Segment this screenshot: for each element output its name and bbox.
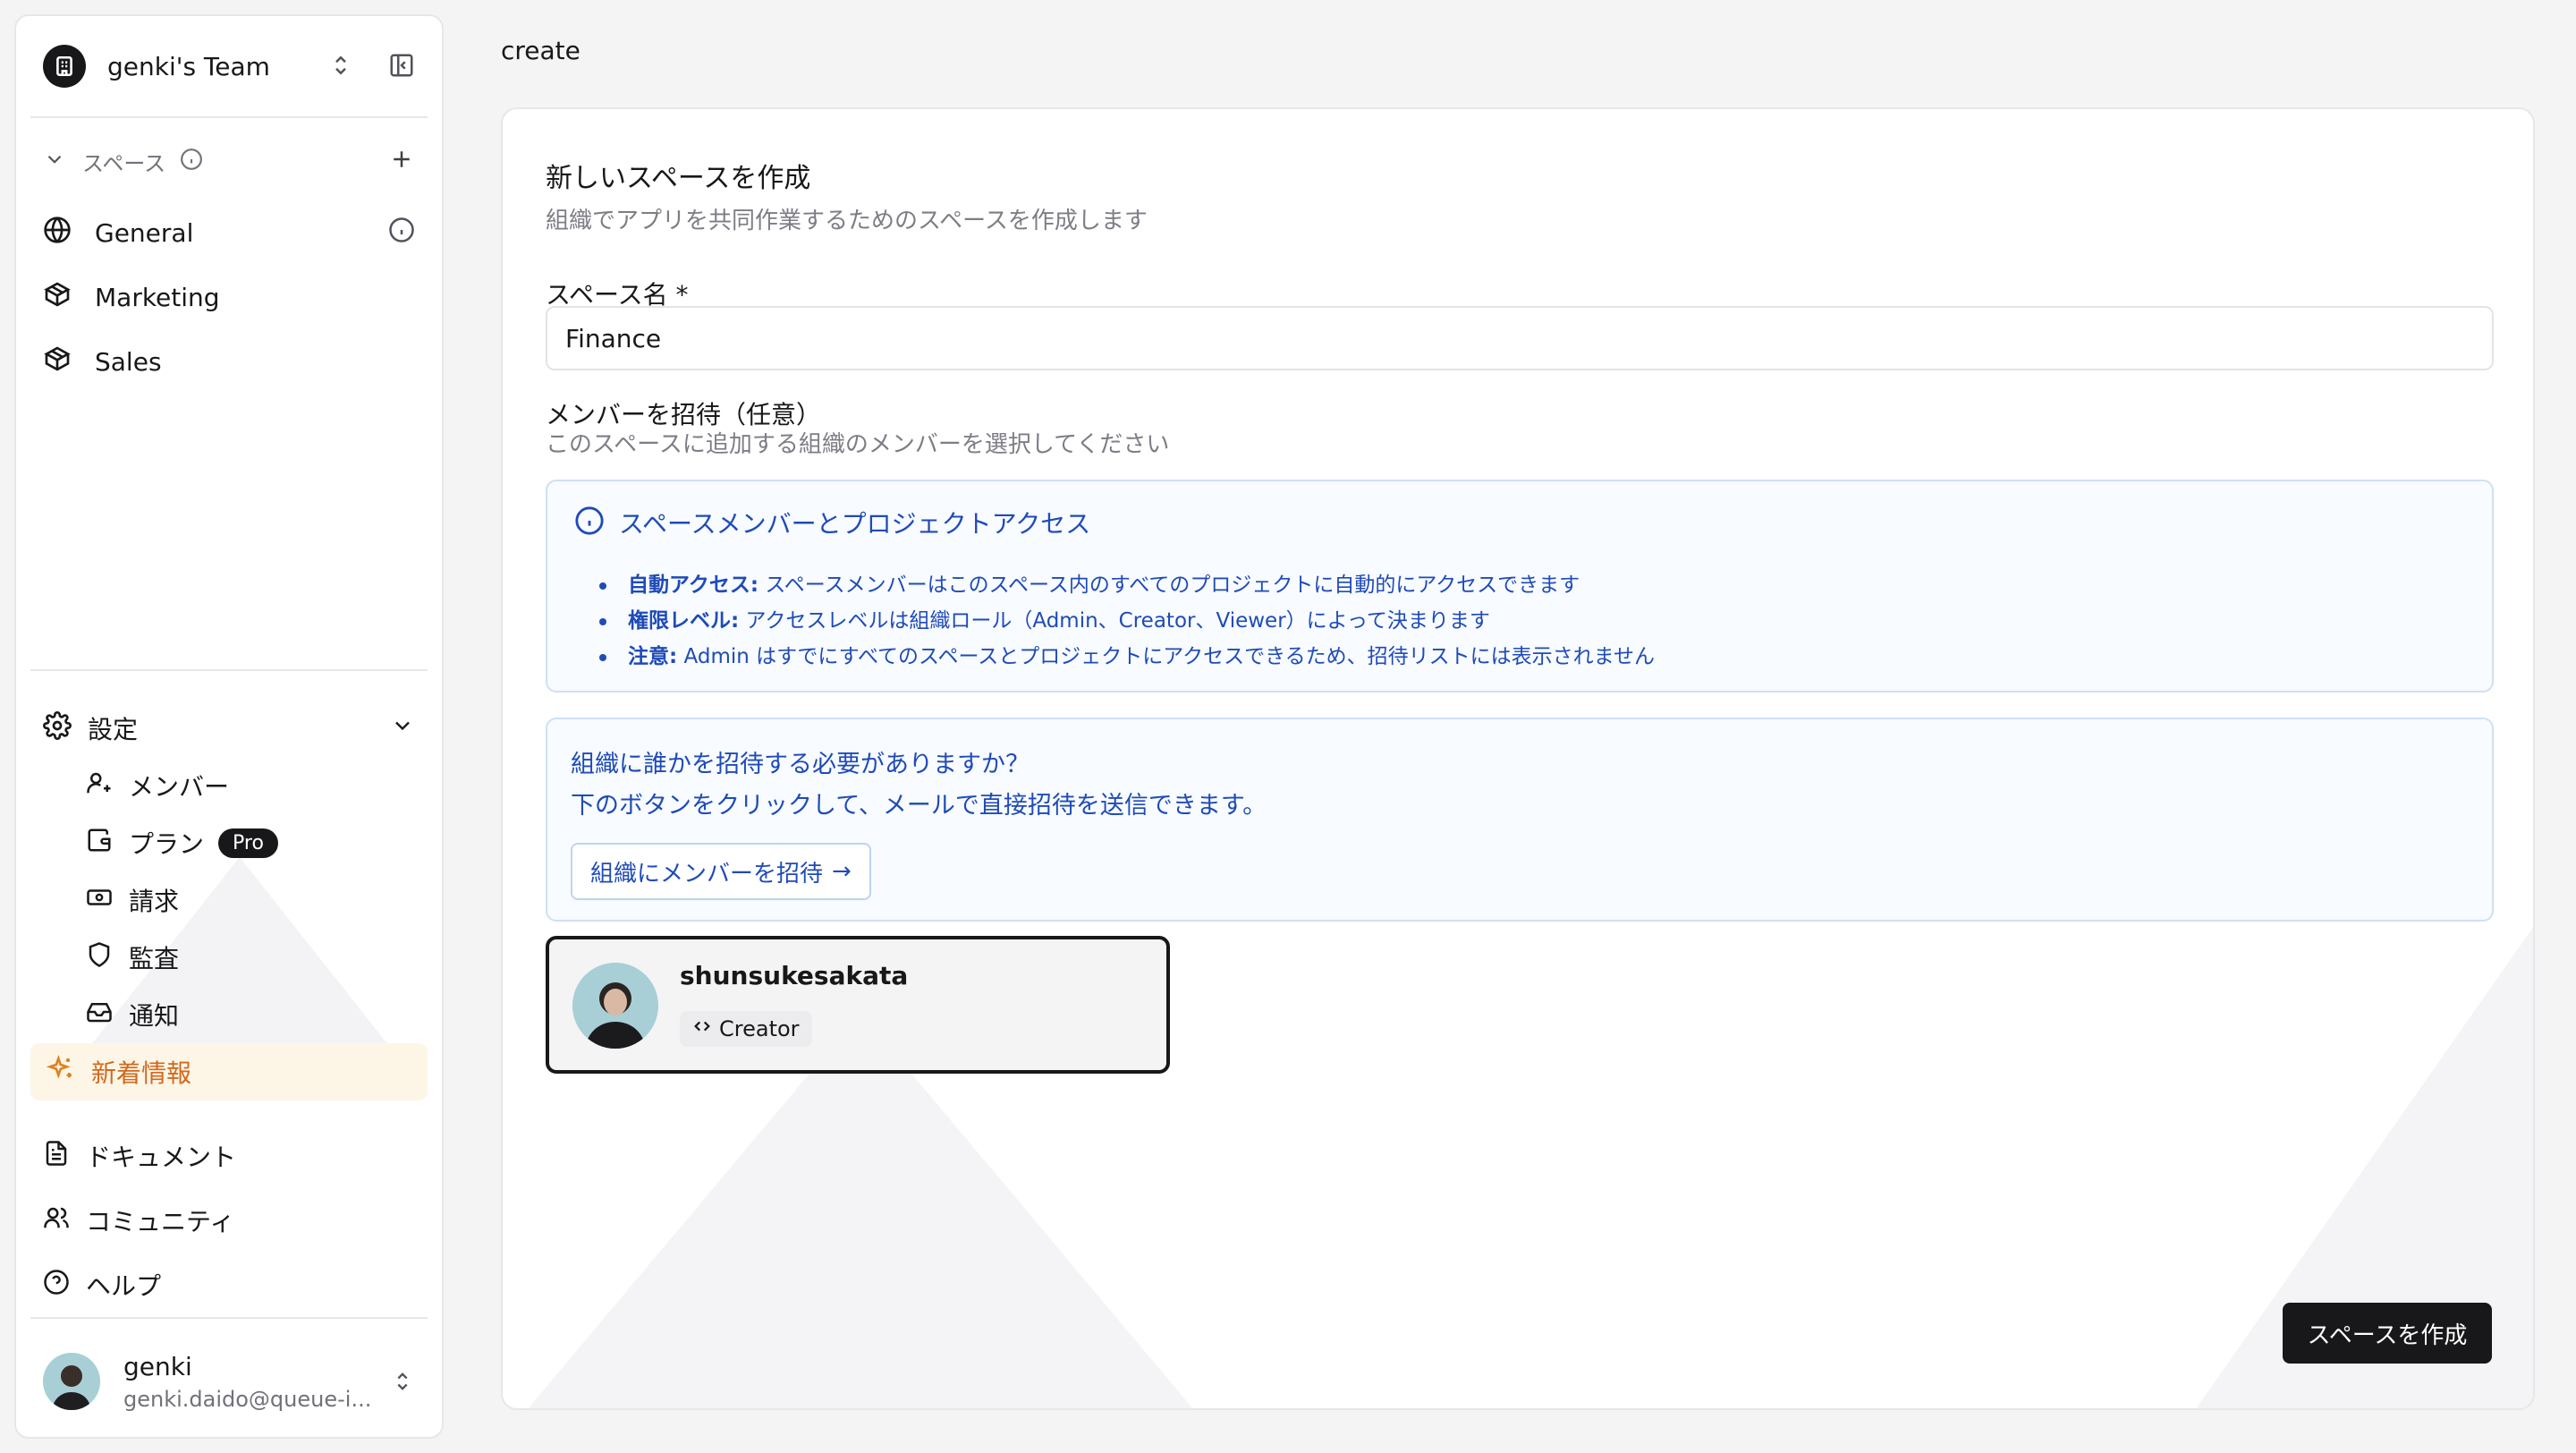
user-name: genki: [123, 1351, 192, 1381]
divider: [30, 116, 428, 118]
sidebar-item-marketing[interactable]: Marketing: [43, 272, 415, 322]
sidebar-item-label: 設定: [88, 715, 139, 744]
chevron-up-down-icon[interactable]: [327, 52, 354, 82]
sidebar-item-sales[interactable]: Sales: [43, 336, 415, 387]
sparkles-icon: [46, 1054, 75, 1090]
sidebar-item-label: ドキュメント: [86, 1143, 237, 1172]
chevron-down-icon[interactable]: [390, 713, 415, 744]
team-logo-icon: [43, 45, 86, 88]
invite-question: 組織に誰かを招待する必要がありますか？: [571, 751, 1030, 778]
box-icon: [43, 344, 72, 379]
user-plus-icon: [86, 769, 113, 803]
info-icon[interactable]: [180, 148, 203, 174]
team-switcher[interactable]: genki's Team: [16, 16, 442, 116]
help-icon: [43, 1269, 70, 1302]
form-title: 新しいスペースを作成: [546, 163, 811, 194]
button-label: 組織にメンバーを招待: [590, 860, 824, 888]
sidebar-item-general[interactable]: General: [43, 208, 415, 258]
access-info-box: スペースメンバーとプロジェクトアクセス 自動アクセス: スペースメンバーはこのス…: [546, 480, 2494, 693]
divider: [30, 669, 428, 671]
document-icon: [43, 1140, 70, 1173]
code-icon: [692, 1016, 712, 1041]
role-label: Creator: [719, 1016, 800, 1041]
banknote-icon: [86, 884, 113, 917]
sidebar-item-settings[interactable]: 設定: [43, 703, 415, 753]
spaces-section-header[interactable]: スペース: [43, 143, 415, 179]
sidebar-item-label: メンバー: [129, 772, 230, 802]
sidebar-item-label: General: [95, 217, 194, 248]
page-title: create: [501, 36, 580, 65]
chevron-up-down-icon[interactable]: [390, 1369, 415, 1398]
sidebar-item-label: ヘルプ: [86, 1271, 162, 1301]
create-space-card: 新しいスペースを作成 組織でアプリを共同作業するためのスペースを作成します スペ…: [501, 107, 2535, 1410]
sidebar-item-plan[interactable]: プラン Pro: [86, 818, 415, 868]
sidebar-item-label: 新着情報: [91, 1058, 192, 1088]
sidebar-item-label: 監査: [129, 944, 180, 973]
user-email: genki.daido@queue-i...: [123, 1386, 372, 1412]
add-space-icon[interactable]: [388, 146, 415, 176]
globe-icon: [43, 216, 72, 251]
member-card[interactable]: shunsukesakata Creator: [546, 936, 1170, 1074]
list-item: 自動アクセス: スペースメンバーはこのスペース内のすべてのプロジェクトに自動的に…: [599, 567, 1655, 603]
sidebar-item-billing[interactable]: 請求: [86, 875, 415, 925]
sidebar-item-label: Sales: [95, 346, 162, 377]
user-menu[interactable]: genki genki.daido@queue-i...: [43, 1346, 415, 1417]
sidebar-item-help[interactable]: ヘルプ: [43, 1260, 415, 1310]
sidebar-item-docs[interactable]: ドキュメント: [43, 1131, 415, 1181]
avatar: [43, 1353, 100, 1410]
divider: [30, 1317, 428, 1319]
list-item: 権限レベル: アクセスレベルは組織ロール（Admin、Creator、Viewe…: [599, 603, 1655, 639]
spaces-section-label: スペース: [82, 150, 166, 176]
space-name-input[interactable]: [546, 306, 2494, 370]
list-item: 注意: Admin はすでにすべてのスペースとプロジェクトにアクセスできるため、…: [599, 639, 1655, 675]
invite-hint: 下のボタンをクリックして、メールで直接招待を送信できます。: [571, 792, 1267, 820]
sidebar-item-label: Marketing: [95, 282, 220, 312]
info-list: 自動アクセス: スペースメンバーはこのスペース内のすべてのプロジェクトに自動的に…: [599, 567, 1655, 675]
member-name: shunsukesakata: [680, 961, 909, 990]
gear-icon: [43, 710, 72, 746]
create-space-button[interactable]: スペースを作成: [2283, 1303, 2492, 1364]
sidebar-item-community[interactable]: コミュニティ: [43, 1195, 415, 1245]
sidebar-item-audit[interactable]: 監査: [86, 932, 415, 982]
collapse-sidebar-icon[interactable]: [388, 52, 415, 82]
invite-members-description: このスペースに追加する組織のメンバーを選択してください: [546, 431, 1170, 458]
avatar: [572, 963, 658, 1049]
info-icon[interactable]: [388, 217, 415, 250]
sidebar-item-label: 通知: [129, 1001, 180, 1031]
box-icon: [43, 280, 72, 315]
info-icon: [574, 506, 605, 540]
role-badge: Creator: [680, 1011, 812, 1047]
invite-org-box: 組織に誰かを招待する必要がありますか？ 下のボタンをクリックして、メールで直接招…: [546, 718, 2494, 922]
chevron-down-icon[interactable]: [43, 148, 66, 174]
form-description: 組織でアプリを共同作業するためのスペースを作成します: [546, 208, 1148, 234]
sidebar-item-label: プラン: [129, 829, 205, 859]
sidebar-item-notifications[interactable]: 通知: [86, 990, 415, 1040]
wallet-icon: [86, 827, 113, 860]
sidebar-item-members[interactable]: メンバー: [86, 760, 415, 811]
sidebar-item-whats-new[interactable]: 新着情報: [30, 1043, 428, 1100]
inbox-icon: [86, 998, 113, 1032]
plan-badge: Pro: [218, 828, 278, 858]
sidebar: genki's Team スペース General Marketing Sale…: [14, 14, 444, 1439]
team-name: genki's Team: [107, 51, 270, 81]
sidebar-item-label: コミュニティ: [86, 1207, 235, 1236]
invite-to-org-button[interactable]: 組織にメンバーを招待 →: [571, 843, 871, 900]
users-icon: [43, 1204, 70, 1237]
shield-icon: [86, 941, 113, 974]
arrow-right-icon: →: [832, 858, 852, 885]
sidebar-item-label: 請求: [129, 887, 180, 916]
info-title: スペースメンバーとプロジェクトアクセス: [619, 509, 1091, 539]
